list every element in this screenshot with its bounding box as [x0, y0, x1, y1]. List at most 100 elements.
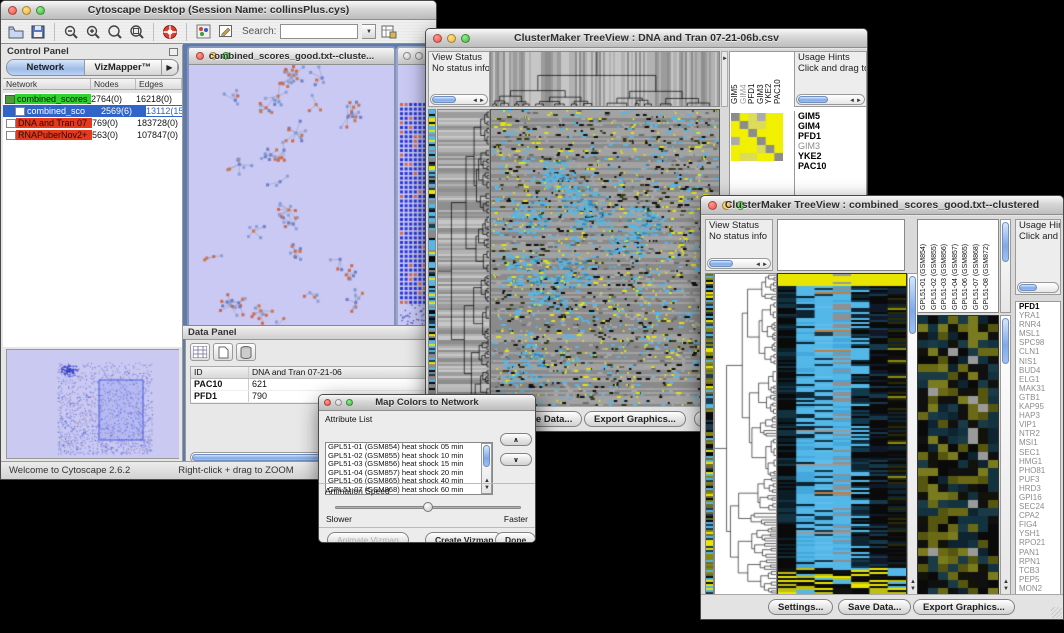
help-lifering-icon[interactable] — [161, 23, 179, 41]
gene-label[interactable]: MON2 — [1016, 584, 1060, 593]
view-status-hscrollbar[interactable]: ◄► — [707, 258, 771, 269]
close-button[interactable] — [403, 52, 411, 60]
usage-hints-hscrollbar[interactable]: ◄► — [796, 94, 865, 105]
search-input[interactable] — [280, 24, 358, 39]
usage-hints-hscrollbar[interactable] — [1017, 282, 1059, 293]
gene-label[interactable]: GTB1 — [1016, 393, 1060, 402]
delete-attribute-icon[interactable] — [236, 343, 256, 361]
column-label[interactable]: GPL51-07 (GSM868) — [973, 220, 984, 312]
gene-label[interactable]: SEC24 — [1016, 502, 1060, 511]
zoom-fit-icon[interactable] — [128, 23, 146, 41]
search-dropdown-button[interactable]: ▼ — [362, 24, 376, 39]
heatmap-main[interactable] — [490, 109, 720, 415]
zoom-vscrollbar[interactable]: ▲▼ — [1000, 315, 1011, 595]
annotation-icon[interactable] — [216, 23, 234, 41]
row-dendrogram[interactable] — [714, 273, 777, 595]
done-button[interactable]: Done — [495, 532, 536, 543]
gene-label[interactable]: GIM3 — [795, 141, 866, 151]
save-data-button[interactable]: Save Data... — [838, 599, 911, 615]
gene-label[interactable]: GIM4 — [795, 121, 866, 131]
network-view-window[interactable]: combined_scores_good.txt--cluste... — [187, 46, 396, 368]
gene-label[interactable]: PAC10 — [795, 161, 866, 171]
network-overview-thumbnail[interactable] — [6, 349, 179, 459]
column-label[interactable]: GPL51-04 (GSM857) — [952, 220, 963, 312]
gene-label[interactable]: CPA2 — [1016, 511, 1060, 520]
treeview1-titlebar[interactable]: ClusterMaker TreeView : DNA and Tran 07-… — [426, 29, 867, 48]
gene-label[interactable]: PUF3 — [1016, 475, 1060, 484]
column-label[interactable]: PAC10 — [774, 52, 783, 106]
animate-vizmap-button[interactable]: Animate Vizmap — [327, 532, 409, 543]
zoom-heatmap[interactable] — [917, 315, 999, 595]
gene-label[interactable]: MSI1 — [1016, 438, 1060, 447]
network-list-row[interactable]: DNA and Tran 07 769(0) 183728(0) — [3, 117, 182, 129]
network-canvas[interactable] — [189, 65, 394, 366]
resize-grip[interactable] — [1051, 607, 1062, 618]
gene-label[interactable]: YRA1 — [1016, 311, 1060, 320]
global-overview-strip[interactable] — [428, 109, 436, 415]
network-list-row[interactable]: combined_scores_ 2764(0) 16218(0) — [3, 93, 182, 105]
import-table-icon[interactable] — [380, 23, 398, 41]
attribute-select-icon[interactable] — [190, 343, 210, 361]
gene-label[interactable]: PAN1 — [1016, 548, 1060, 557]
network-window-titlebar[interactable]: combined_scores_good.txt--cluste... — [189, 48, 394, 65]
minimize-button[interactable] — [415, 52, 423, 60]
gene-label[interactable]: HAP3 — [1016, 411, 1060, 420]
gene-label[interactable]: CLN1 — [1016, 347, 1060, 356]
vizmapper-icon[interactable] — [194, 23, 212, 41]
column-dendrogram[interactable] — [490, 51, 720, 107]
gene-label[interactable]: GPI16 — [1016, 493, 1060, 502]
slider-thumb[interactable] — [423, 502, 433, 512]
column-label[interactable]: GPL51-06 (GSM865) — [962, 220, 973, 312]
column-label[interactable]: GIM5 — [731, 52, 740, 106]
gene-label[interactable]: PFD1 — [795, 131, 866, 141]
view-status-hscrollbar[interactable]: ◄► — [430, 94, 488, 105]
gene-label[interactable]: RPO21 — [1016, 538, 1060, 547]
global-overview-strip[interactable] — [705, 273, 714, 595]
gene-label[interactable]: NIS1 — [1016, 357, 1060, 366]
gene-label[interactable]: PEP5 — [1016, 575, 1060, 584]
move-up-button[interactable]: ∧ — [500, 433, 532, 446]
gene-label[interactable]: GIM5 — [795, 111, 866, 121]
gene-label[interactable]: KAP95 — [1016, 402, 1060, 411]
splitter-arrow[interactable]: ► — [722, 56, 728, 62]
attribute-row[interactable]: PAC10 621 — [191, 379, 429, 391]
new-attribute-icon[interactable] — [213, 343, 233, 361]
gene-label[interactable]: YSH1 — [1016, 529, 1060, 538]
dialog-titlebar[interactable]: Map Colors to Network — [319, 395, 535, 411]
gene-label[interactable]: YKE2 — [795, 151, 866, 161]
attribute-list-vscrollbar[interactable]: ▲▼ — [481, 443, 492, 494]
heatmap-main[interactable] — [777, 273, 907, 595]
gene-label[interactable]: SPC98 — [1016, 338, 1060, 347]
gene-label[interactable]: MAK31 — [1016, 384, 1060, 393]
gene-label[interactable]: RPN1 — [1016, 557, 1060, 566]
network-list-row[interactable]: RNAPuberNov2+ 563(0) 107847(0) — [3, 129, 182, 141]
create-vizmap-button[interactable]: Create Vizmap — [425, 532, 503, 543]
gene-label[interactable]: ELG1 — [1016, 375, 1060, 384]
network-list-row[interactable]: combined_sco 2569(6) 13112(15) — [3, 105, 182, 117]
column-dendrogram[interactable] — [777, 219, 905, 271]
gene-label[interactable]: MSL1 — [1016, 329, 1060, 338]
tab-overflow-arrow[interactable]: ▶ — [162, 60, 178, 75]
settings-button[interactable]: Settings... — [768, 599, 833, 615]
column-label[interactable]: GPL51-03 (GSM856) — [941, 220, 952, 312]
row-dendrogram[interactable] — [437, 109, 490, 415]
gene-label[interactable]: RNR4 — [1016, 320, 1060, 329]
main-titlebar[interactable]: Cytoscape Desktop (Session Name: collins… — [1, 1, 436, 20]
column-label[interactable]: GPL51-02 (GSM855) — [931, 220, 942, 312]
save-icon[interactable] — [29, 23, 47, 41]
zoom-in-icon[interactable] — [84, 23, 102, 41]
column-label[interactable]: GIM4 — [740, 52, 749, 106]
gene-label[interactable]: PHO81 — [1016, 466, 1060, 475]
gene-label[interactable]: HMG1 — [1016, 457, 1060, 466]
tab-network[interactable]: Network — [7, 60, 85, 75]
gene-label[interactable]: TCB3 — [1016, 566, 1060, 575]
gene-label[interactable]: BUD4 — [1016, 366, 1060, 375]
zoom-heatmap-matrix[interactable] — [731, 113, 783, 161]
data-panel-titlebar[interactable]: Data Panel — [183, 325, 436, 339]
move-down-button[interactable]: ∨ — [500, 453, 532, 466]
gene-label[interactable]: HRD3 — [1016, 484, 1060, 493]
animation-speed-slider[interactable] — [335, 502, 521, 512]
gene-label[interactable]: FIG4 — [1016, 520, 1060, 529]
gene-label[interactable]: NTR2 — [1016, 429, 1060, 438]
export-graphics-button[interactable]: Export Graphics... — [913, 599, 1015, 615]
